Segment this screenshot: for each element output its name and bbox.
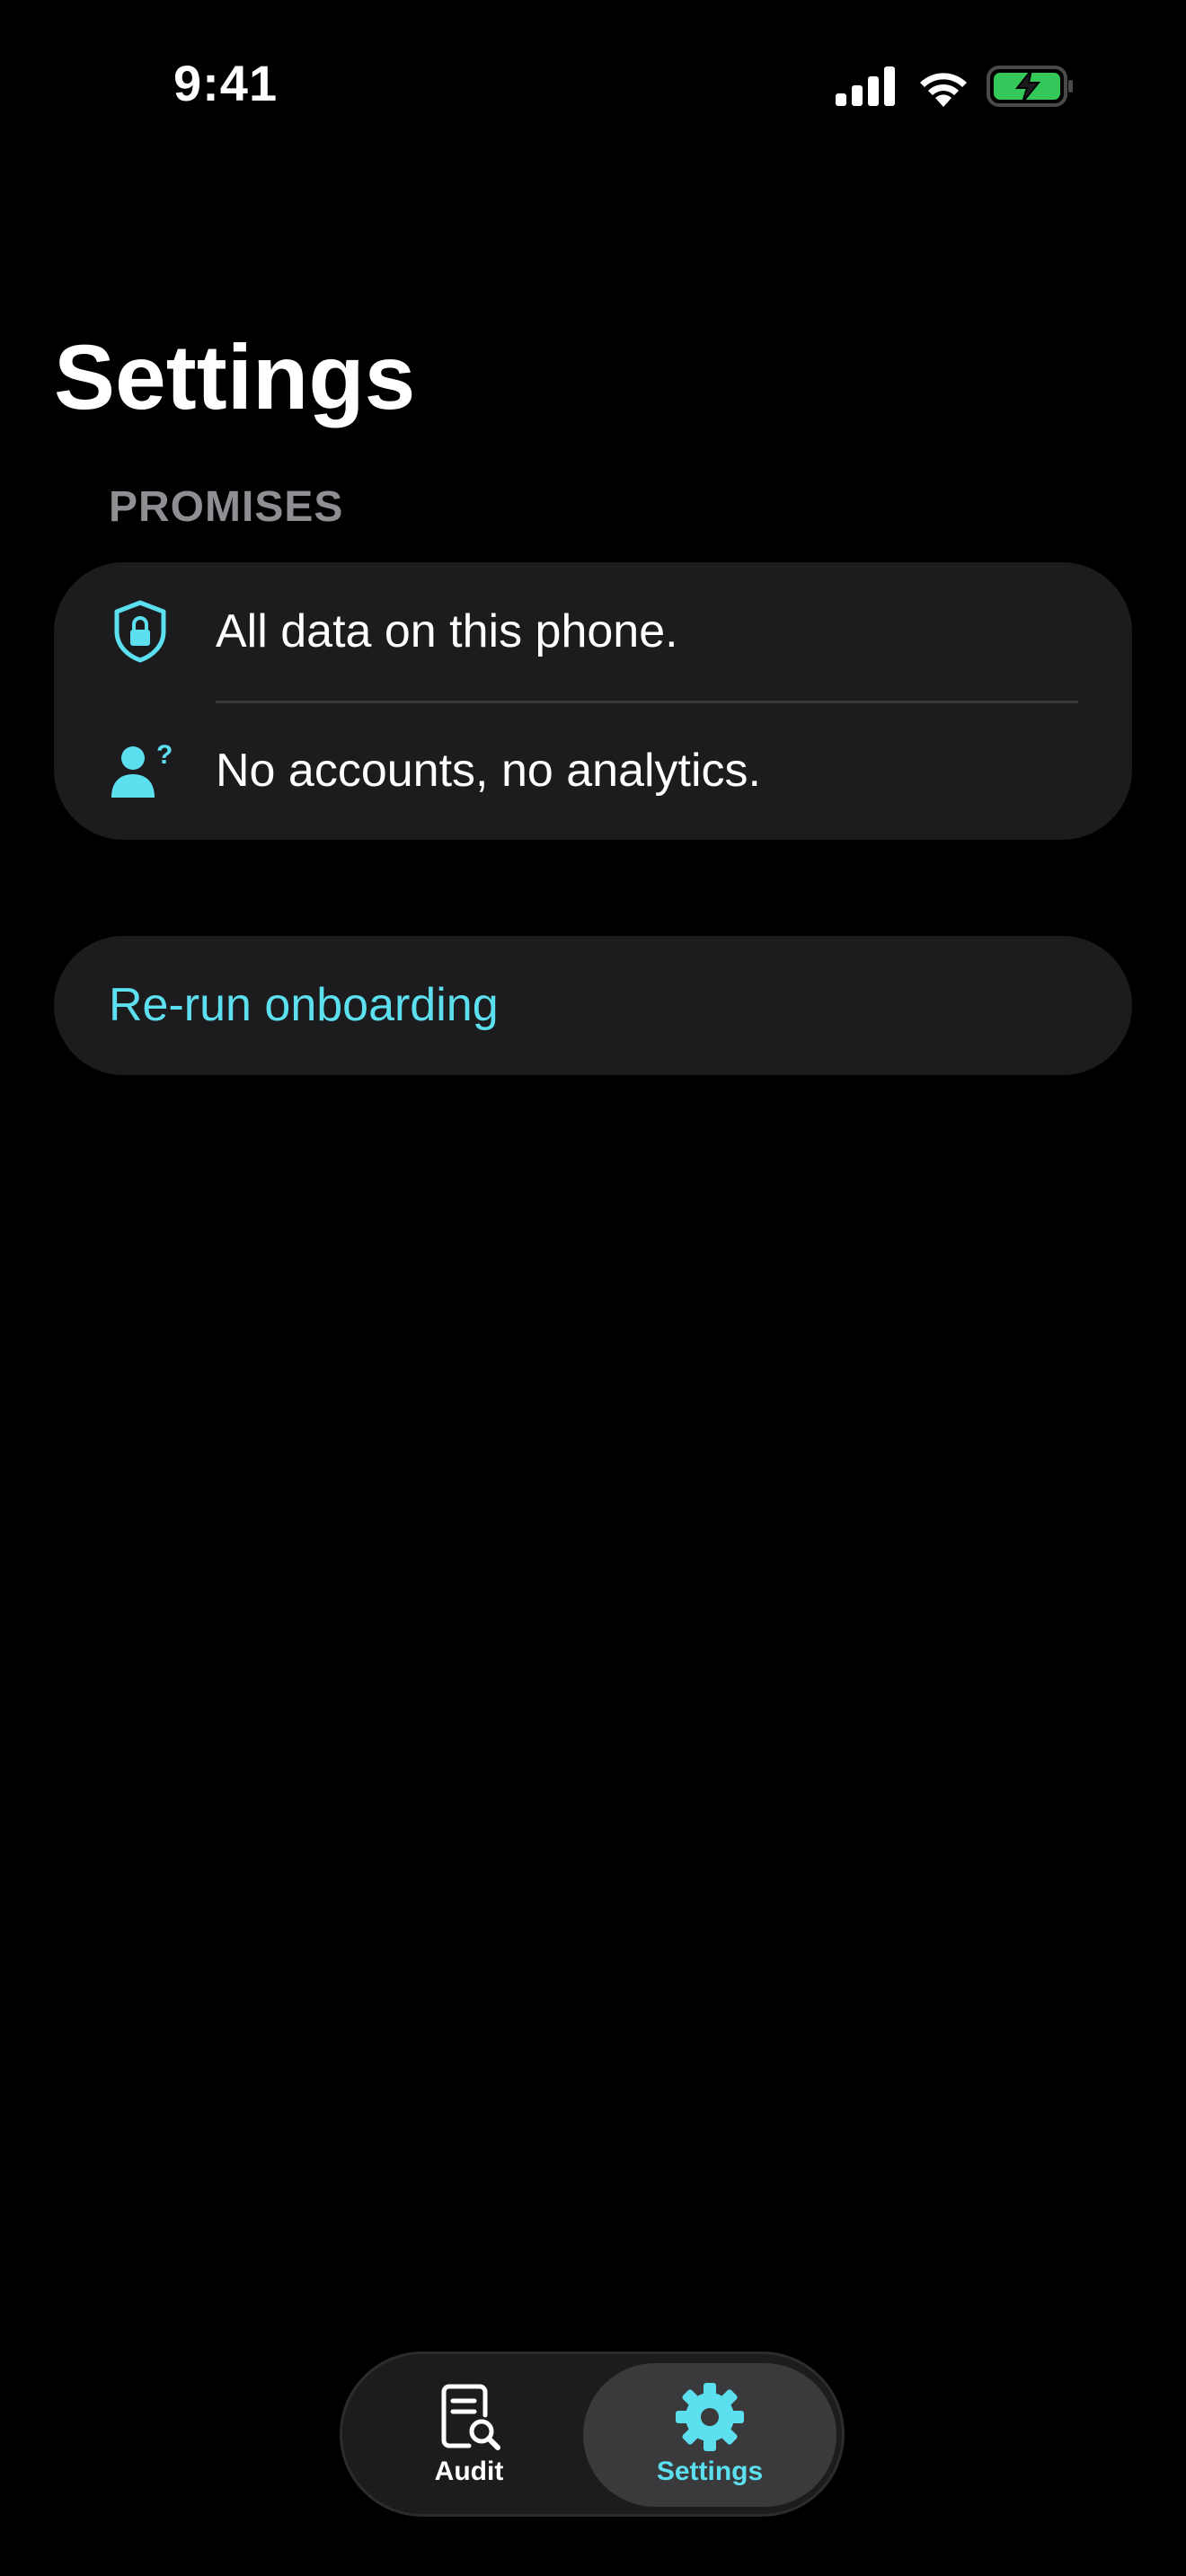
promise-row-no-accounts: ? No accounts, no analytics.: [54, 701, 1132, 840]
wifi-icon: [920, 73, 967, 107]
promises-section-header: PROMISES: [109, 483, 344, 531]
cellular-signal-icon: [836, 66, 895, 106]
tab-audit[interactable]: Audit: [353, 2363, 585, 2507]
document-search-icon: [441, 2384, 500, 2450]
promise-label: All data on this phone.: [216, 605, 678, 657]
promises-card: All data on this phone. ? No accounts, n…: [54, 562, 1132, 840]
rerun-onboarding-label: Re-run onboarding: [109, 979, 499, 1031]
status-icons: [836, 63, 1075, 110]
tab-audit-label: Audit: [434, 2457, 504, 2486]
tab-settings[interactable]: Settings: [583, 2363, 836, 2507]
tab-settings-label: Settings: [656, 2457, 764, 2486]
promise-row-data-on-phone: All data on this phone.: [54, 562, 1132, 703]
rerun-onboarding-button[interactable]: Re-run onboarding: [54, 936, 1132, 1075]
promise-label: No accounts, no analytics.: [216, 745, 761, 797]
battery-charging-icon: [987, 66, 1073, 107]
gear-icon: [676, 2383, 744, 2451]
status-bar: 9:41: [0, 0, 1186, 171]
page-title: Settings: [54, 326, 416, 428]
person-question-icon: ?: [111, 740, 173, 798]
tab-bar: Audit Settings: [340, 2351, 845, 2517]
status-time: 9:41: [173, 55, 279, 111]
lock-shield-icon: [114, 600, 166, 663]
svg-text:?: ?: [156, 740, 173, 770]
